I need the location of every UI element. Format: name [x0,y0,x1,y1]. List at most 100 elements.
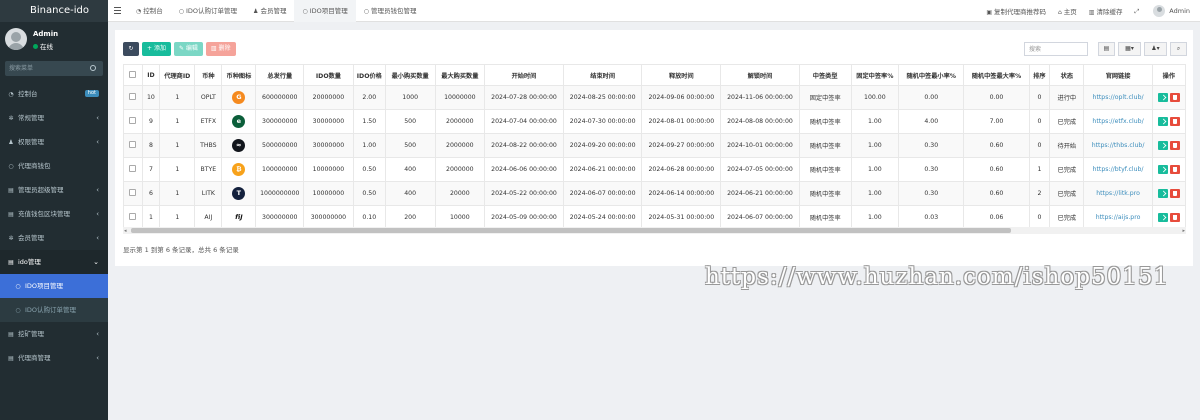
website-link[interactable]: https://btyf.club/ [1093,166,1144,173]
col-header[interactable]: 最大购买数量 [434,64,486,86]
col-header[interactable]: 币种图标 [221,64,257,86]
row-edit-icon[interactable] [1157,117,1168,126]
home-link[interactable]: ⌂ 主页 [1058,6,1077,16]
row-checkbox[interactable] [129,165,137,172]
user-menu[interactable]: Admin [1153,5,1190,17]
horizontal-scrollbar[interactable]: ◂ ▸ [123,227,1186,234]
table-row[interactable]: 6 1 LITK T 1000000000 10000000 0.50 400 20000 202… [123,181,1187,206]
scroll-left-icon[interactable]: ◂ [124,228,127,234]
row-delete-icon[interactable] [1169,165,1180,174]
cell-unlock: 2024-08-08 00:00:00 [720,109,800,134]
website-link[interactable]: https://etfx.club/ [1092,118,1143,125]
col-header[interactable]: 开始时间 [484,64,564,86]
row-edit-icon[interactable] [1157,165,1168,174]
sidebar-item-general[interactable]: ✲ 常规管理 ‹ [0,106,108,130]
table-row[interactable]: 1 1 AIJ fiJ 300000000 300000000 0.10 200 10000 20… [123,205,1187,230]
user-name: Admin [33,30,59,38]
col-header[interactable]: ID [141,64,161,86]
sidebar-search [5,61,103,76]
table-row[interactable]: 7 1 BTYE ₿ 100000000 10000000 0.50 400 2000000 20… [123,157,1187,182]
sidebar-item-label: 控制台 [18,90,38,98]
cell-id: 1 [141,205,161,230]
sidebar-item-ido-orders[interactable]: ○ IDO认购订单管理 [0,298,108,322]
table-row[interactable]: 9 1 ETFX e 300000000 30000000 1.50 500 2000000 20… [123,109,1187,134]
table-row[interactable]: 8 1 THBS ≈500000000 30000000 1.00 500 2000000 20… [123,133,1187,158]
table-search-input[interactable] [1024,42,1088,56]
chevron-down-icon: ⌄ [93,258,99,266]
row-checkbox[interactable] [129,189,137,196]
row-edit-icon[interactable] [1157,93,1168,102]
col-header[interactable]: 币种 [194,64,223,86]
row-delete-icon[interactable] [1169,117,1180,126]
row-edit-icon[interactable] [1157,213,1168,222]
sidebar-item-ido-project[interactable]: ○ IDO项目管理 [0,274,108,298]
columns-dropdown[interactable]: ▦▾ [1118,42,1141,56]
row-delete-icon[interactable] [1169,213,1180,222]
coin-logo-glyph: ≈ [236,141,242,149]
row-delete-icon[interactable] [1169,93,1180,102]
row-edit-icon[interactable] [1157,141,1168,150]
col-header[interactable]: 排序 [1028,64,1051,86]
row-checkbox[interactable] [129,93,137,100]
website-link[interactable]: https://litk.pro [1096,190,1140,197]
tab-admin-wallet[interactable]: ○ 管理员钱包管理 [356,0,425,22]
website-link-cell: https://aijs.pro [1083,205,1153,230]
col-header[interactable]: 最小购买数量 [384,64,436,86]
row-edit-icon[interactable] [1157,189,1168,198]
sidebar-item-ido[interactable]: ▤ ido管理 ⌄ [0,250,108,274]
fullscreen-button[interactable]: ⤢ [1134,7,1141,16]
col-header[interactable]: 释放时间 [641,64,722,86]
tab-ido-orders[interactable]: ○ IDO认购订单管理 [171,0,245,22]
delete-button[interactable]: ▥ 删除 [205,42,236,56]
col-header[interactable]: 解锁时间 [720,64,800,86]
search-icon[interactable] [90,65,96,71]
row-delete-icon[interactable] [1169,189,1180,198]
toggle-view-button[interactable]: ▤ [1098,42,1115,56]
col-header[interactable]: 总发行量 [255,64,305,86]
row-checkbox[interactable] [129,213,137,220]
col-header[interactable]: 随机中签最大率% [963,64,1030,86]
sidebar-item-auth[interactable]: ♟ 权限管理 ‹ [0,130,108,154]
tab-members[interactable]: ♟ 会员管理 [245,0,294,22]
advanced-search-button[interactable]: ⌕ [1170,42,1187,56]
col-header[interactable]: 固定中签率% [850,64,900,86]
copy-referral-link[interactable]: ▣ 复制代理商推荐码 [986,6,1046,16]
website-link[interactable]: https://aijs.pro [1096,214,1141,221]
sidebar-search-input[interactable] [5,61,85,76]
menu-toggle-icon[interactable] [114,7,121,14]
sidebar-item-agent[interactable]: ▤ 代理商管理 ‹ [0,346,108,370]
website-link[interactable]: https://thbs.club/ [1092,142,1145,149]
tab-ido-project[interactable]: ○ IDO项目管理 [294,0,356,22]
sidebar-item-dashboard[interactable]: ◔ 控制台 hot [0,82,108,106]
col-header[interactable]: 代理商ID [159,64,196,86]
clear-cache-button[interactable]: ▥ 清除缓存 [1089,6,1123,16]
col-header[interactable]: 官网链接 [1083,64,1153,86]
row-delete-icon[interactable] [1169,141,1180,150]
sidebar-item-super-admin[interactable]: ▤ 管理员超级管理 ‹ [0,178,108,202]
sidebar-item-recharge-wallet[interactable]: ▤ 充值钱包区块管理 ‹ [0,202,108,226]
edit-button[interactable]: ✎ 编辑 [173,42,203,56]
col-header[interactable]: 结束时间 [562,64,643,86]
tab-label: IDO认购订单管理 [186,7,238,15]
col-header[interactable]: 随机中签最小率% [898,64,965,86]
sidebar-item-mining[interactable]: ▤ 挖矿管理 ‹ [0,322,108,346]
row-checkbox[interactable] [129,141,137,148]
tab-dashboard[interactable]: ◔ 控制台 [128,0,171,22]
brand-logo[interactable]: Binance-ido [0,0,108,22]
row-checkbox[interactable] [129,117,137,124]
col-header[interactable]: IDO价格 [352,64,386,86]
table-row[interactable]: 10 1 OPLT G 600000000 20000000 2.00 1000 1000000… [123,85,1187,110]
col-header[interactable]: IDO数量 [303,64,354,86]
add-button[interactable]: + 添加 [142,42,171,56]
website-link[interactable]: https://oplt.club/ [1093,94,1144,101]
col-header[interactable]: 状态 [1049,64,1085,86]
export-dropdown[interactable]: ♟▾ [1144,42,1167,56]
sidebar-item-agent-wallet[interactable]: ○ 代理商钱包 [0,154,108,178]
scrollbar-thumb[interactable] [131,228,1011,233]
col-header[interactable]: 中签类型 [798,64,852,86]
refresh-button[interactable]: ↻ [123,42,139,56]
select-all-checkbox[interactable] [129,70,137,78]
sidebar-item-members[interactable]: ✲ 会员管理 ‹ [0,226,108,250]
scroll-right-icon[interactable]: ▸ [1182,228,1185,234]
cell-end: 2024-06-21 00:00:00 [562,157,643,182]
